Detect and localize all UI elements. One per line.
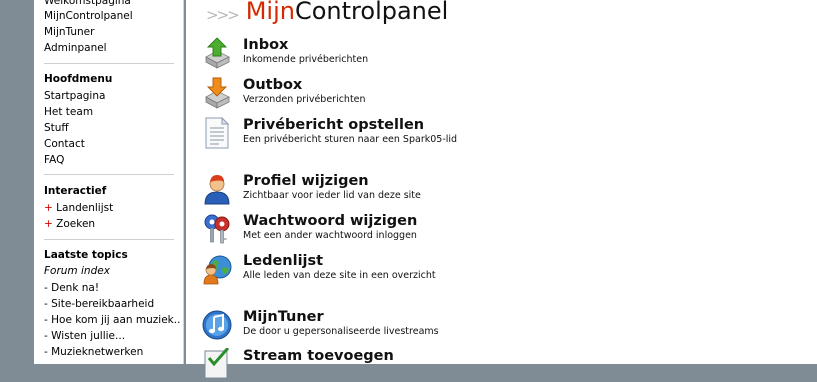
sidebar-link-landenlijst[interactable]: Landenlijst (56, 202, 113, 214)
sidebar-topic-link[interactable]: - Hoe kom jij aan muziek.. (44, 313, 180, 327)
mijntuner-description: De door u gepersonaliseerde livestreams (243, 326, 439, 337)
menu-item-outbox[interactable]: Outbox Verzonden privéberichten (202, 77, 802, 111)
sidebar-topic-link[interactable]: - Denk na! (44, 281, 99, 295)
sidebar-divider (44, 239, 174, 240)
sidebar-link-welkomstpagina[interactable]: Welkomstpagina (44, 0, 131, 8)
document-icon (205, 117, 230, 149)
profiel-wijzigen-description: Zichtbaar voor ieder lid van deze site (243, 190, 421, 201)
sidebar-link-het-team[interactable]: Het team (44, 105, 93, 119)
sidebar: Welkomstpagina MijnControlpanel MijnTune… (34, 0, 184, 364)
sidebar-link-zoeken[interactable]: Zoeken (56, 218, 95, 230)
privebericht-opstellen-link[interactable]: Privébericht opstellen (243, 117, 424, 134)
ledenlijst-description: Alle leden van deze site in een overzich… (243, 270, 436, 281)
menu-item-profiel-wijzigen[interactable]: Profiel wijzigen Zichtbaar voor ieder li… (202, 173, 802, 207)
sidebar-divider (44, 174, 174, 175)
outbox-link[interactable]: Outbox (243, 77, 302, 94)
wachtwoord-wijzigen-description: Met een ander wachtwoord inloggen (243, 230, 417, 241)
sidebar-topic-link[interactable]: - Muzieknetwerken (44, 345, 143, 359)
menu-item-stream-toevoegen[interactable]: Stream toevoegen (202, 348, 802, 382)
music-note-icon (202, 310, 232, 340)
members-globe-icon (203, 255, 232, 285)
menu-item-ledenlijst[interactable]: Ledenlijst Alle leden van deze site in e… (202, 253, 802, 287)
sidebar-topic-link[interactable]: - Wisten jullie... (44, 329, 125, 343)
sidebar-heading-hoofdmenu: Hoofdmenu (44, 73, 113, 85)
menu-item-privebericht-opstellen[interactable]: Privébericht opstellen Een privébericht … (202, 117, 802, 151)
sidebar-link-forum-index[interactable]: Forum index (44, 264, 110, 278)
privebericht-opstellen-description: Een privébericht sturen naar een Spark05… (243, 134, 458, 145)
sidebar-link-contact[interactable]: Contact (44, 137, 85, 151)
profiel-wijzigen-link[interactable]: Profiel wijzigen (243, 173, 369, 190)
page-title-suffix: Controlpanel (294, 0, 449, 25)
sidebar-link-faq[interactable]: FAQ (44, 153, 64, 167)
sidebar-link-adminpanel[interactable]: Adminpanel (44, 41, 107, 55)
mijntuner-link[interactable]: MijnTuner (243, 309, 324, 326)
sidebar-divider (44, 63, 174, 64)
menu-item-mijntuner[interactable]: MijnTuner De door u gepersonaliseerde li… (202, 309, 802, 343)
outbox-icon (205, 77, 230, 109)
menu-item-inbox[interactable]: Inbox Inkomende privéberichten (202, 37, 802, 71)
menu-item-wachtwoord-wijzigen[interactable]: Wachtwoord wijzigen Met een ander wachtw… (202, 213, 802, 247)
title-arrows-icon: >>> (206, 5, 240, 24)
sidebar-link-stuff[interactable]: Stuff (44, 121, 69, 135)
wachtwoord-wijzigen-link[interactable]: Wachtwoord wijzigen (243, 213, 417, 230)
sidebar-link-mijncontrolpanel[interactable]: MijnControlpanel (44, 9, 133, 23)
inbox-icon (205, 37, 230, 69)
sidebar-topic-link[interactable]: - Site-bereikbaarheid (44, 297, 154, 311)
page-title: >>> MijnControlpanel (206, 0, 448, 25)
sidebar-link-startpagina[interactable]: Startpagina (44, 89, 105, 103)
plus-icon: + (44, 218, 53, 230)
page-title-prefix: Mijn (245, 0, 295, 25)
outbox-description: Verzonden privéberichten (243, 94, 366, 105)
inbox-link[interactable]: Inbox (243, 37, 288, 54)
sidebar-item-zoeken[interactable]: + Zoeken (44, 217, 95, 231)
checklist-icon (204, 348, 230, 379)
stream-toevoegen-link[interactable]: Stream toevoegen (243, 348, 394, 365)
plus-icon: + (44, 202, 53, 214)
sidebar-heading-laatste-topics: Laatste topics (44, 249, 128, 261)
user-icon (204, 175, 230, 205)
sidebar-link-mijntuner[interactable]: MijnTuner (44, 25, 94, 39)
main-content: >>> MijnControlpanel Inbox Inkomende priv… (186, 0, 817, 379)
sidebar-heading-interactief: Interactief (44, 185, 107, 197)
inbox-description: Inkomende privéberichten (243, 54, 369, 65)
keys-icon (204, 214, 230, 244)
ledenlijst-link[interactable]: Ledenlijst (243, 253, 323, 270)
sidebar-item-landenlijst[interactable]: + Landenlijst (44, 201, 113, 215)
